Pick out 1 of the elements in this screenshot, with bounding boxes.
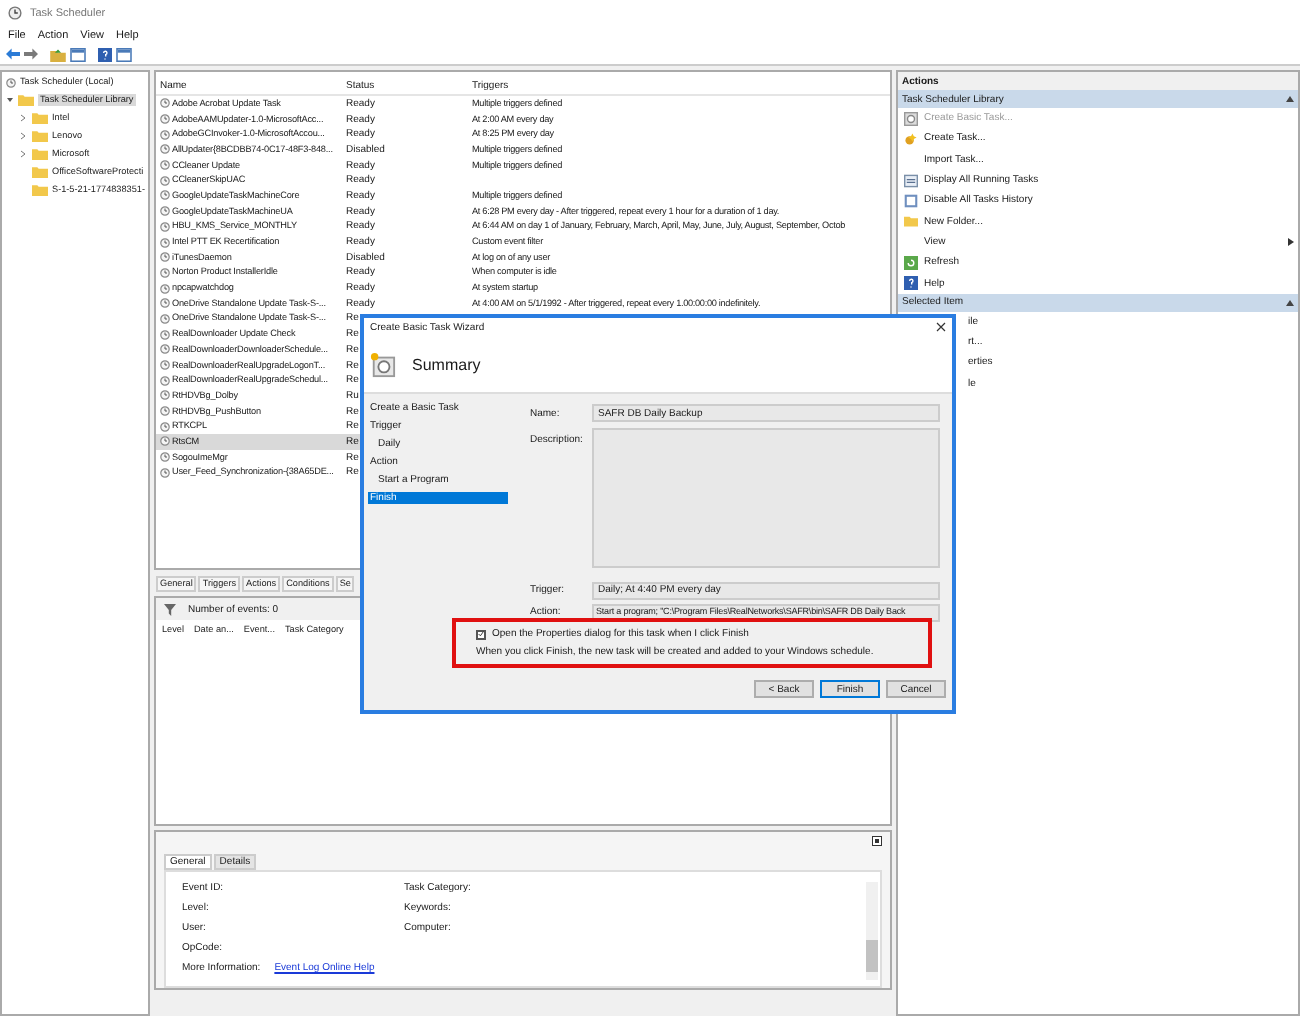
dialog-heading: Summary [412,355,481,374]
